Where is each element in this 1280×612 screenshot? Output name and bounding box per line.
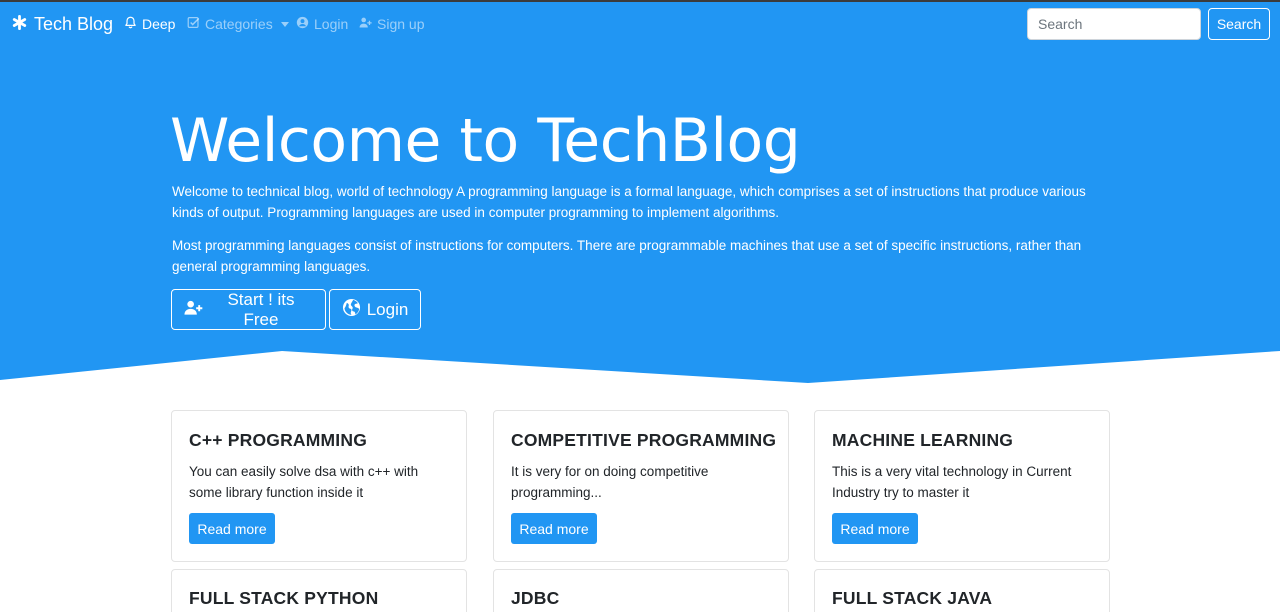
card-python: FULL STACK PYTHON — [171, 569, 467, 612]
nav-item-label: Login — [314, 16, 349, 32]
brand-label: Tech Blog — [34, 13, 114, 34]
read-more-button[interactable]: Read more — [832, 513, 918, 544]
card-title: FULL STACK JAVA PROGRAMME — [832, 588, 992, 612]
bell-icon — [124, 16, 137, 32]
user-circle-icon — [296, 16, 309, 32]
card-machine-learning: MACHINE LEARNING This is a very vital te… — [814, 410, 1110, 562]
start-free-button[interactable]: Start ! its Free — [171, 289, 326, 330]
card-text: It is very for on doing competitive prog… — [511, 464, 709, 500]
card-jdbc: JDBC — [493, 569, 789, 612]
search-input[interactable] — [1027, 8, 1201, 40]
asterisk-icon — [12, 14, 27, 35]
card-text: This is a very vital technology in Curre… — [832, 464, 1072, 500]
chevron-down-icon — [280, 21, 289, 27]
nav-item-deep[interactable]: Deep — [124, 14, 175, 34]
card-competitive: COMPETITIVE PROGRAMMING It is very for o… — [493, 410, 789, 562]
hero-title: Welcome to TechBlog — [170, 106, 801, 176]
card-text: You can easily solve dsa with c++ with s… — [189, 464, 419, 500]
nav-item-label: Deep — [142, 16, 176, 32]
check-square-icon — [187, 16, 200, 32]
card-title: COMPETITIVE PROGRAMMING — [511, 430, 777, 450]
card-title: C++ PROGRAMMING — [189, 430, 368, 450]
hero-login-label: Login — [366, 299, 409, 319]
card-title: MACHINE LEARNING — [832, 430, 1014, 450]
nav-item-signup[interactable]: Sign up — [359, 14, 424, 34]
hero-paragraph-1: Welcome to technical blog, world of tech… — [172, 184, 1086, 220]
navbar: Tech Blog Deep Categories Login Sign up … — [0, 2, 1280, 46]
card-title: FULL STACK PYTHON — [189, 588, 379, 608]
user-plus-icon — [359, 16, 372, 32]
search-button[interactable]: Search — [1208, 8, 1270, 40]
read-more-button[interactable]: Read more — [511, 513, 597, 544]
nav-item-login[interactable]: Login — [296, 14, 348, 34]
read-more-button[interactable]: Read more — [189, 513, 275, 544]
hero-login-button[interactable]: Login — [329, 289, 421, 330]
nav-item-label: Categories — [205, 16, 273, 32]
hero-paragraph-2: Most programming languages consist of in… — [172, 238, 1082, 274]
globe-icon — [342, 298, 361, 322]
user-plus-icon — [184, 298, 203, 322]
brand-link[interactable]: Tech Blog — [12, 12, 113, 36]
nav-item-categories[interactable]: Categories — [187, 14, 289, 34]
card-cpp: C++ PROGRAMMING You can easily solve dsa… — [171, 410, 467, 562]
card-title: JDBC — [511, 588, 560, 608]
nav-item-label: Sign up — [377, 16, 425, 32]
start-free-label: Start ! its Free — [227, 289, 295, 329]
card-java: FULL STACK JAVA PROGRAMME — [814, 569, 1110, 612]
